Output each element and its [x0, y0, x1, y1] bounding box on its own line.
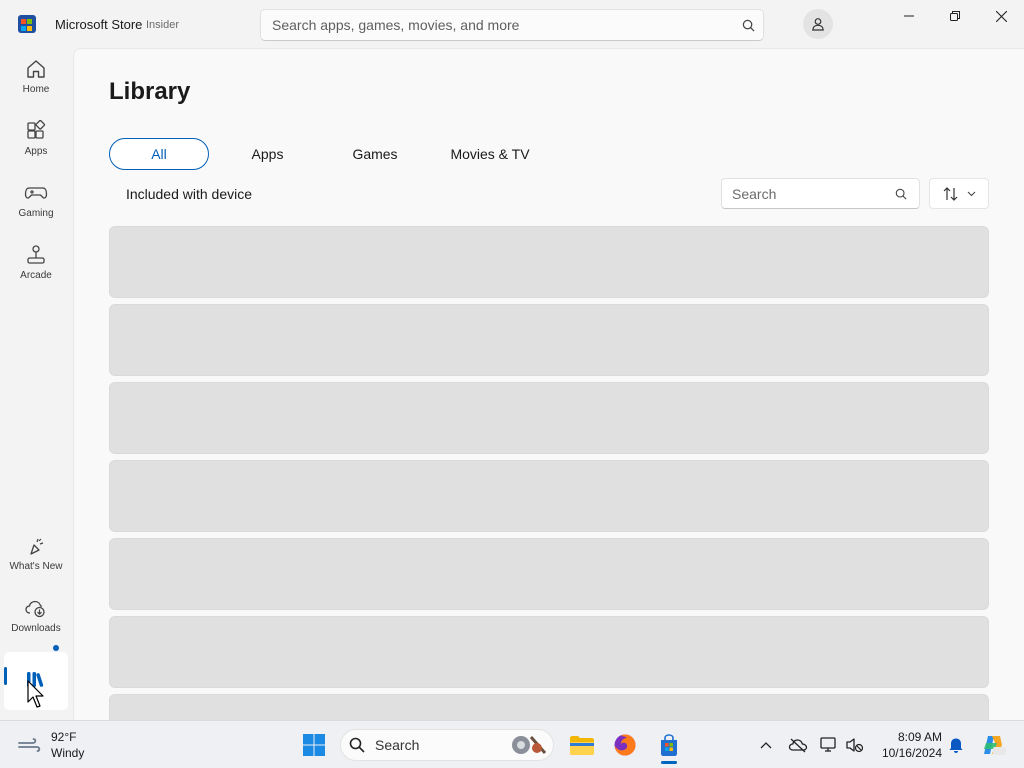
volume-button[interactable]: [844, 721, 866, 768]
home-icon: [27, 60, 45, 78]
nav-label-apps: Apps: [24, 146, 48, 157]
nav-item-whats-new[interactable]: What's New: [4, 529, 68, 585]
close-icon: [995, 10, 1007, 22]
loading-placeholder-row: [109, 460, 989, 532]
taskbar: 92°F Windy Search 8:09 AM 10/16/2024: [0, 720, 1024, 768]
firefox-button[interactable]: [609, 721, 641, 768]
store-search-box[interactable]: Search apps, games, movies, and more: [260, 9, 764, 41]
firefox-icon: [614, 734, 636, 756]
sort-arrows-icon: [943, 186, 957, 201]
nav-active-indicator: [4, 667, 7, 685]
copilot-icon: [984, 736, 1006, 755]
filter-included-with-device[interactable]: Included with device: [109, 178, 269, 210]
page-title: Library: [109, 78, 191, 105]
title-bar: Microsoft Store Insider Search apps, gam…: [0, 0, 1024, 48]
volume-muted-icon: [846, 738, 864, 753]
taskbar-search-label: Search: [375, 737, 420, 753]
loading-placeholder-row: [109, 382, 989, 454]
library-search-input[interactable]: Search: [732, 186, 883, 202]
chevron-up-icon: [760, 742, 772, 749]
loading-placeholder-row: [109, 616, 989, 688]
filter-apps[interactable]: Apps: [220, 138, 315, 170]
taskbar-search[interactable]: Search: [340, 729, 554, 761]
nav-label-whats-new: What's New: [9, 561, 63, 572]
mouse-cursor-icon: [27, 680, 44, 708]
apps-icon: [27, 120, 46, 139]
search-icon[interactable]: [883, 188, 919, 200]
search-highlight-icon: [512, 736, 547, 754]
start-button[interactable]: [297, 721, 331, 768]
cloud-download-icon: [25, 600, 45, 618]
show-hidden-icons-button[interactable]: [756, 721, 776, 768]
file-explorer-button[interactable]: [566, 721, 598, 768]
monitor-network-icon: [820, 737, 836, 752]
minimize-icon: [904, 15, 914, 17]
chevron-down-icon: [967, 191, 975, 196]
profile-button[interactable]: [803, 9, 833, 39]
copilot-button[interactable]: [978, 721, 1008, 768]
loading-placeholder-row: [109, 226, 989, 298]
sparkle-icon: [30, 538, 44, 555]
search-icon: [349, 737, 365, 753]
nav-label-downloads: Downloads: [11, 623, 61, 634]
filter-movies-tv[interactable]: Movies & TV: [434, 138, 546, 170]
library-page: Library All Apps Games Movies & TV Inclu…: [73, 48, 1024, 720]
wind-icon: [18, 738, 41, 752]
side-navigation: Home Apps Gaming Arcade What's New Downl…: [0, 48, 73, 720]
network-button[interactable]: [818, 721, 840, 768]
weather-description: Windy: [51, 746, 85, 760]
filter-all[interactable]: All: [109, 138, 209, 170]
nav-item-gaming[interactable]: Gaming: [4, 176, 68, 232]
loading-placeholder-row: [109, 694, 989, 720]
clock-time[interactable]: 8:09 AM: [880, 730, 942, 744]
nav-item-apps[interactable]: Apps: [4, 114, 68, 170]
windows-logo-icon: [303, 734, 325, 756]
loading-placeholder-row: [109, 304, 989, 376]
nav-label-arcade: Arcade: [20, 270, 52, 281]
clock-date[interactable]: 10/16/2024: [876, 746, 942, 760]
app-title: Microsoft Store: [55, 17, 143, 32]
folder-icon: [570, 736, 594, 755]
store-logo-icon: [18, 15, 36, 33]
close-button[interactable]: [978, 0, 1024, 32]
bell-icon: [949, 738, 963, 753]
loading-placeholder-row: [109, 538, 989, 610]
restore-icon: [950, 11, 960, 21]
weather-temperature: 92°F: [51, 730, 77, 744]
search-icon[interactable]: [733, 19, 763, 32]
gamepad-icon: [24, 187, 48, 199]
cloud-offline-icon: [788, 738, 808, 753]
sort-button[interactable]: [929, 178, 989, 209]
microsoft-store-icon: [661, 734, 677, 756]
joystick-icon: [27, 245, 45, 264]
nav-label-gaming: Gaming: [18, 208, 54, 219]
app-subtitle: Insider: [146, 19, 180, 31]
nav-item-downloads[interactable]: Downloads: [4, 591, 68, 647]
person-icon: [812, 18, 824, 31]
store-search-input[interactable]: Search apps, games, movies, and more: [272, 17, 733, 33]
restore-button[interactable]: [932, 0, 978, 32]
filter-games[interactable]: Games: [326, 138, 424, 170]
weather-widget[interactable]: [14, 721, 46, 768]
store-running-indicator: [661, 761, 677, 764]
nav-label-home: Home: [22, 84, 50, 95]
downloads-badge: [53, 645, 59, 651]
nav-item-home[interactable]: Home: [4, 52, 68, 108]
onedrive-button[interactable]: [787, 721, 809, 768]
notifications-button[interactable]: [946, 721, 966, 768]
minimize-button[interactable]: [886, 0, 932, 32]
library-search-box[interactable]: Search: [721, 178, 920, 209]
nav-item-arcade[interactable]: Arcade: [4, 238, 68, 294]
